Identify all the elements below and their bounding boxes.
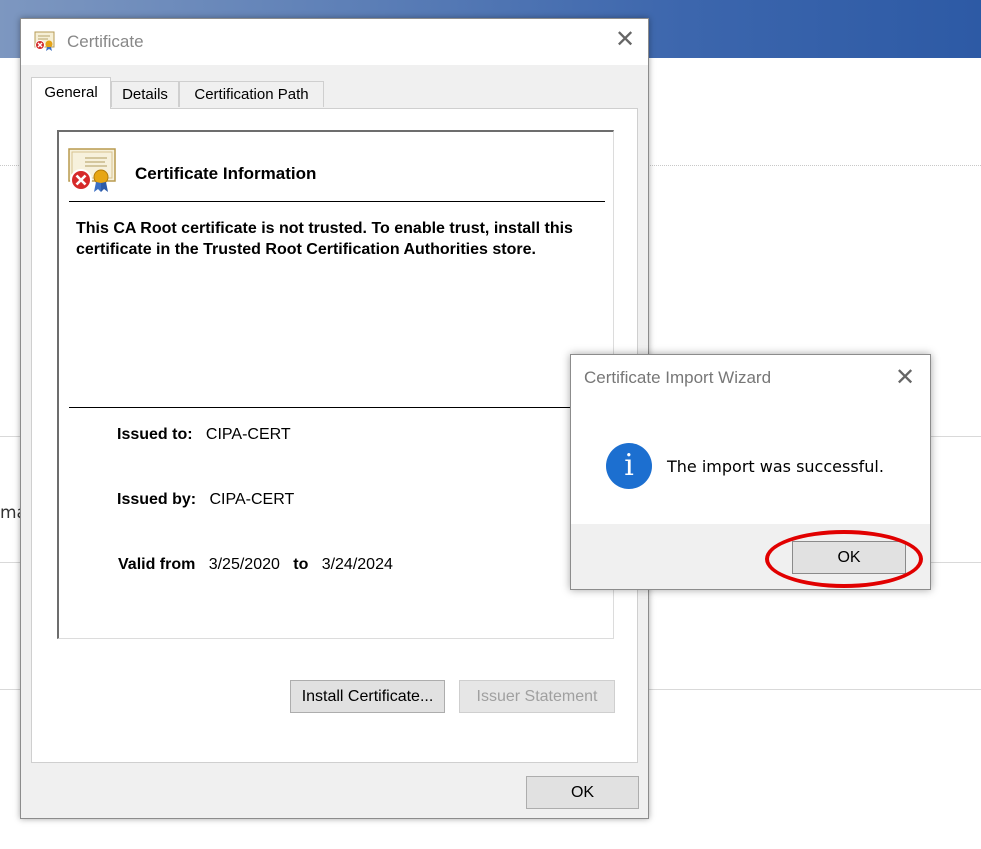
issued-by-label: Issued by: [117, 491, 197, 508]
certificate-dialog: Certificate ✕ General Details Certificat… [20, 18, 649, 819]
close-icon[interactable]: ✕ [614, 27, 636, 51]
certificate-info-box: Certificate Information This CA Root cer… [57, 130, 614, 639]
certificate-icon [34, 31, 55, 51]
issued-by-row: Issued by: CIPA-CERT [117, 491, 294, 509]
issuer-statement-button: Issuer Statement [459, 680, 615, 713]
issued-by-value: CIPA-CERT [209, 491, 295, 508]
certificate-icon [68, 148, 116, 192]
message-area: Certificate Import Wizard ✕ i The import… [571, 355, 930, 524]
install-certificate-button[interactable]: Install Certificate... [290, 680, 445, 713]
valid-from-value: 3/25/2020 [208, 556, 280, 573]
validity-row: Valid from 3/25/2020 to 3/24/2024 [118, 556, 393, 574]
divider [69, 407, 614, 408]
issued-to-row: Issued to: CIPA-CERT [117, 426, 291, 444]
issued-to-label: Issued to: [117, 426, 193, 443]
ok-button[interactable]: OK [526, 776, 639, 809]
info-title: Certificate Information [135, 164, 317, 183]
info-icon: i [606, 443, 652, 489]
divider [69, 201, 605, 202]
dialog-title: Certificate Import Wizard [584, 368, 772, 387]
red-highlight-circle [765, 530, 923, 588]
success-message: The import was successful. [667, 457, 884, 476]
valid-to-value: 3/24/2024 [321, 556, 393, 573]
tab-general[interactable]: General [31, 77, 111, 109]
tab-certification-path[interactable]: Certification Path [179, 81, 324, 107]
close-icon[interactable]: ✕ [894, 365, 916, 389]
valid-to-label: to [293, 556, 309, 573]
tab-details[interactable]: Details [111, 81, 179, 107]
issued-to-value: CIPA-CERT [205, 426, 291, 443]
trust-warning: This CA Root certificate is not trusted.… [76, 220, 573, 258]
valid-from-label: Valid from [118, 556, 196, 573]
general-tab-panel: Certificate Information This CA Root cer… [31, 108, 638, 763]
dialog-title: Certificate [67, 32, 144, 51]
title-bar: Certificate ✕ [21, 19, 648, 65]
